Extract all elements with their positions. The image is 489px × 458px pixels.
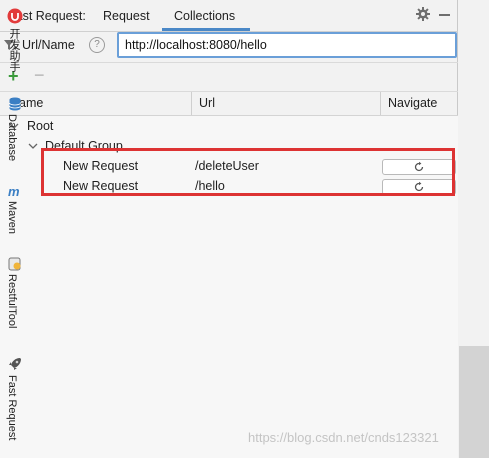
gear-icon[interactable] [415,6,431,22]
chevron-down-icon[interactable] [28,141,38,151]
fast-request-panel: Fast Request: Request Collections Url/Na… [0,0,458,458]
table-header: Name Url Navigate [0,92,458,116]
remove-button[interactable]: − [34,66,45,84]
sidebar-label: 开发助手 [8,28,20,72]
svg-text:m: m [8,184,20,199]
sidebar-label: Database [6,114,18,162]
sidebar-label: Maven [6,201,18,235]
sidebar-label: Fast Request [6,375,18,441]
active-tab-indicator [162,28,250,31]
tree-node-root[interactable]: Root [27,119,53,133]
column-divider[interactable] [191,92,192,115]
column-divider[interactable] [380,92,381,115]
url-input[interactable]: http://localhost:8080/hello [117,32,457,58]
watermark: https://blog.csdn.net/cnds123321 [248,430,439,445]
column-header-url[interactable]: Url [199,96,215,110]
collection-toolbar: + − [0,62,458,92]
database-icon [9,97,21,111]
help-icon[interactable]: ? [89,37,105,53]
restfultool-icon [8,257,21,271]
rocket-icon [9,358,21,370]
url-name-label: Url/Name [22,38,75,52]
panel-header: Fast Request: Request Collections [0,0,458,32]
highlight-box [41,148,455,196]
sidebar-active-indicator [459,346,489,458]
column-header-navigate[interactable]: Navigate [388,96,437,110]
maven-icon: m [8,184,20,199]
tab-collections[interactable]: Collections [174,9,235,23]
dev-assistant-icon [7,8,23,24]
minimize-icon[interactable] [439,14,450,16]
tab-request[interactable]: Request [103,9,150,23]
sidebar-label: RestfulTool [6,274,18,329]
